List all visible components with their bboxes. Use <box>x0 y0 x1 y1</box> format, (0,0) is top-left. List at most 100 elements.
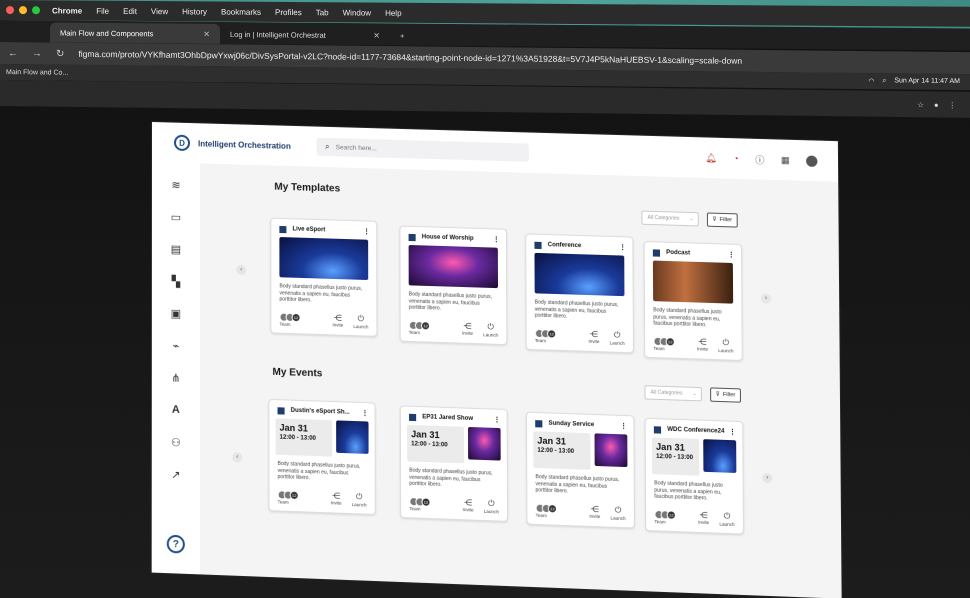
team-group[interactable]: 12 Team <box>535 503 558 518</box>
template-card[interactable]: Live eSport ⋮ Body standard phasellus ju… <box>270 217 378 337</box>
tab-main-flow[interactable]: Main Flow and Components ✕ <box>50 22 220 44</box>
reload-icon[interactable]: ↻ <box>56 48 64 59</box>
menu-profiles[interactable]: Profiles <box>275 7 302 16</box>
launch-button[interactable]: ⏻ Launch <box>353 313 368 328</box>
menu-chrome[interactable]: Chrome <box>52 6 82 15</box>
template-card[interactable]: Podcast ⋮ Body standard phasellus justo … <box>643 240 743 361</box>
kebab-menu-icon[interactable]: ⋮ <box>949 100 957 109</box>
launch-button[interactable]: ⏻ Launch <box>484 498 499 514</box>
team-group[interactable]: 12 Team <box>279 312 301 327</box>
events-next-arrow-icon[interactable]: › <box>762 472 773 484</box>
maximize-icon[interactable] <box>32 6 40 15</box>
invite-button[interactable]: ⋲ Invite <box>697 337 708 353</box>
launch-button[interactable]: ⏻ Launch <box>483 322 498 338</box>
team-group[interactable]: 12 Team <box>534 328 557 343</box>
team-icon[interactable]: ⚇ <box>168 434 184 451</box>
more-options-icon[interactable]: ⋮ <box>620 422 627 430</box>
power-status-icon[interactable]: ◔ <box>733 153 739 163</box>
invite-label: Invite <box>696 345 709 352</box>
new-tab-icon[interactable]: + <box>390 25 410 45</box>
menu-view[interactable]: View <box>151 7 168 16</box>
team-group[interactable]: 12 Team <box>654 509 676 524</box>
templates-prev-arrow-icon[interactable]: ‹ <box>236 264 247 276</box>
event-card[interactable]: WDC Conference24 ⋮ Jan 31 12:00 - 13:00 … <box>644 417 744 535</box>
invite-button[interactable]: ⋲ Invite <box>698 510 709 526</box>
more-options-icon[interactable]: ⋮ <box>493 416 500 424</box>
plug-icon[interactable]: ⌁ <box>168 337 184 354</box>
notification-bell-icon[interactable]: 🔔︎ <box>705 152 717 163</box>
events-filter-button[interactable]: ⊽ Filter <box>710 387 742 403</box>
close-tab-icon[interactable]: ✕ <box>203 29 210 38</box>
devices-icon[interactable]: ▣ <box>168 305 184 322</box>
minimize-icon[interactable] <box>19 6 27 15</box>
launch-button[interactable]: ⏻ Launch <box>610 330 625 346</box>
star-icon[interactable]: ☆ <box>917 100 924 109</box>
calendar-icon[interactable]: ▤ <box>168 241 184 258</box>
profile-icon[interactable]: ● <box>934 100 939 109</box>
more-options-icon[interactable]: ⋮ <box>361 409 368 417</box>
events-prev-arrow-icon[interactable]: ‹ <box>232 452 243 463</box>
team-group[interactable]: 12 Team <box>408 320 431 335</box>
event-card[interactable]: Sunday Service ⋮ Jan 31 12:00 - 13:00 Bo… <box>525 411 635 529</box>
templates-filter-button[interactable]: ⊽ Filter <box>706 212 738 228</box>
launch-button[interactable]: ⏻ Launch <box>719 511 734 527</box>
invite-button[interactable]: ⋲ Invite <box>589 504 600 520</box>
url-field[interactable]: figma.com/proto/VYKfhamt3OhbDpwYxwj06c/D… <box>78 49 742 66</box>
invite-button[interactable]: ⋲ Invite <box>462 321 473 337</box>
launch-button[interactable]: ⏻ Launch <box>610 505 626 521</box>
templates-controls: All Categories ⌄ ⊽ Filter <box>641 210 738 228</box>
templates-next-arrow-icon[interactable]: › <box>760 293 772 304</box>
card-description: Body standard phasellus justo purus, ven… <box>653 307 722 329</box>
more-options-icon[interactable]: ⋮ <box>729 428 736 436</box>
events-category-dropdown[interactable]: All Categories ⌄ <box>644 385 702 402</box>
search-input[interactable]: ⌕ Search here... <box>316 137 530 162</box>
back-icon[interactable]: ← <box>8 48 18 59</box>
templates-category-dropdown[interactable]: All Categories ⌄ <box>641 210 699 227</box>
menu-bookmarks[interactable]: Bookmarks <box>221 7 261 16</box>
invite-button[interactable]: ⋲ Invite <box>588 329 599 345</box>
more-options-icon[interactable]: ⋮ <box>363 227 370 235</box>
menu-history[interactable]: History <box>182 7 207 16</box>
team-group[interactable]: 12 Team <box>409 496 431 511</box>
help-circle-icon[interactable]: ⓘ <box>755 153 764 166</box>
template-card[interactable]: Conference ⋮ Body standard phasellus jus… <box>525 233 634 353</box>
analytics-icon[interactable]: ↗ <box>168 466 184 483</box>
menu-file[interactable]: File <box>96 6 109 15</box>
more-options-icon[interactable]: ⋮ <box>619 243 626 251</box>
text-icon[interactable]: A <box>168 402 184 419</box>
team-group[interactable]: 12 Team <box>277 489 299 505</box>
invite-button[interactable]: ⋲ Invite <box>331 491 342 507</box>
more-options-icon[interactable]: ⋮ <box>493 235 500 243</box>
more-options-icon[interactable]: ⋮ <box>728 251 735 259</box>
team-label: Team <box>534 337 547 343</box>
menu-help[interactable]: Help <box>385 8 401 17</box>
menu-edit[interactable]: Edit <box>123 6 137 15</box>
layers-icon[interactable]: ≋ <box>168 176 184 193</box>
template-card[interactable]: House of Worship ⋮ Body standard phasell… <box>399 225 508 345</box>
apps-grid-icon[interactable]: ▦ <box>781 154 790 165</box>
brand-logo-icon[interactable]: D <box>173 134 191 152</box>
invite-label: Invite <box>330 499 342 506</box>
dashboard-icon[interactable]: ▚ <box>168 273 184 290</box>
close-tab-icon[interactable]: ✕ <box>373 31 380 40</box>
menu-window[interactable]: Window <box>343 8 371 17</box>
menu-tab[interactable]: Tab <box>316 8 329 17</box>
window-controls[interactable] <box>6 6 40 15</box>
invite-label: Invite <box>589 513 601 519</box>
launch-button[interactable]: ⏻ Launch <box>352 491 367 507</box>
workflow-icon[interactable]: ⋔ <box>168 369 184 386</box>
bookmark-item[interactable]: Main Flow and Co... <box>6 69 68 77</box>
forward-icon[interactable]: → <box>32 48 42 59</box>
close-icon[interactable] <box>6 6 14 15</box>
invite-button[interactable]: ⋲ Invite <box>332 313 343 328</box>
templates-title: My Templates <box>274 181 341 195</box>
event-card[interactable]: Dustin's eSport Sh... ⋮ Jan 31 12:00 - 1… <box>268 398 376 515</box>
event-card[interactable]: EP31 Jared Show ⋮ Jan 31 12:00 - 13:00 B… <box>399 405 509 522</box>
invite-button[interactable]: ⋲ Invite <box>463 497 474 513</box>
team-group[interactable]: 12 Team <box>653 336 675 351</box>
printer-icon[interactable]: ▭ <box>168 209 184 226</box>
launch-button[interactable]: ⏻ Launch <box>718 337 733 353</box>
tab-login[interactable]: Log in | Intelligent Orchestrat ✕ <box>220 24 390 45</box>
help-button[interactable]: ? <box>166 534 185 554</box>
user-avatar[interactable] <box>806 154 818 167</box>
